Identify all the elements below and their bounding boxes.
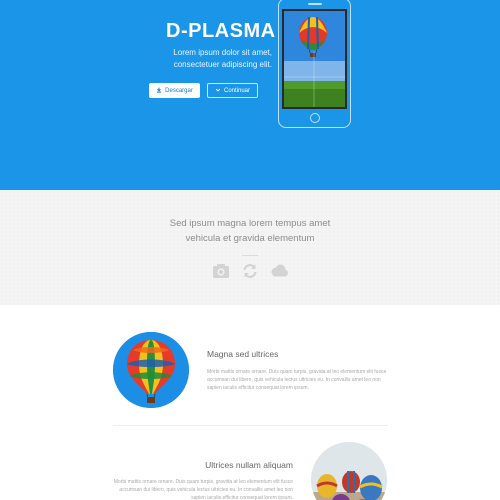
phone-speaker bbox=[308, 3, 322, 5]
balloon-photo bbox=[284, 11, 345, 107]
continue-button-label: Continuar bbox=[223, 87, 250, 94]
divider bbox=[242, 255, 258, 256]
section-divider bbox=[113, 425, 388, 426]
item-title: Ultrices nullam aliquam bbox=[205, 460, 293, 470]
balloon-image-circle bbox=[113, 332, 189, 408]
chevron-down-icon bbox=[215, 87, 221, 95]
balloons-image-circle bbox=[311, 442, 387, 500]
phone-screen bbox=[282, 9, 347, 109]
item-text: Morbi mattis ornare ornare. Duis quam tu… bbox=[113, 479, 293, 500]
features-text: Sed ipsum magna lorem tempus amet vehicu… bbox=[169, 218, 331, 244]
features-strip: Sed ipsum magna lorem tempus amet vehicu… bbox=[0, 190, 500, 305]
continue-button[interactable]: Continuar bbox=[207, 83, 258, 98]
download-button[interactable]: Descargar bbox=[149, 83, 200, 98]
hero-subtitle: Lorem ipsum dolor sit amet, consectetuer… bbox=[173, 48, 272, 69]
item-title: Magna sed ultrices bbox=[207, 349, 279, 359]
item-text: Morbi mattis ornare ornare. Duis quam tu… bbox=[207, 369, 387, 391]
phone-mockup bbox=[278, 0, 351, 128]
cloud-icon bbox=[269, 263, 288, 279]
download-button-label: Descargar bbox=[165, 87, 193, 94]
hero-banner: D-PLASMA Lorem ipsum dolor sit amet, con… bbox=[0, 0, 500, 190]
download-icon bbox=[156, 87, 162, 95]
phone-home-button bbox=[310, 113, 320, 123]
camera-icon bbox=[212, 263, 230, 279]
refresh-icon bbox=[241, 263, 259, 279]
site-title: D-PLASMA bbox=[166, 20, 276, 42]
